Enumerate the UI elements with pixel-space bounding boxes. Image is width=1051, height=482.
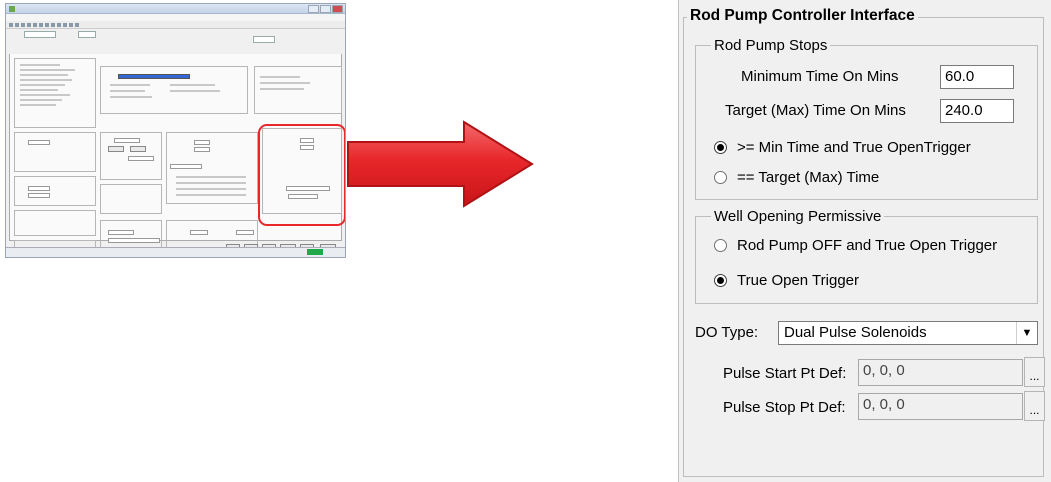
thumbnail-menu-bar	[6, 14, 345, 21]
target-time-label: Target (Max) Time On Mins	[725, 102, 906, 119]
thumbnail-title-bar	[6, 4, 345, 14]
app-screenshot-thumbnail	[5, 3, 346, 258]
radio-label: True Open Trigger	[737, 272, 859, 289]
rod-pump-controller-panel: Rod Pump Controller Interface Rod Pump S…	[678, 0, 1051, 482]
radio-min-time-open-trigger[interactable]: >= Min Time and True OpenTrigger	[714, 139, 971, 156]
arrow-right-icon	[347, 120, 534, 208]
pulse-start-browse-button[interactable]: ...	[1024, 357, 1045, 387]
radio-target-max-time[interactable]: == Target (Max) Time	[714, 169, 879, 186]
well-opening-permissive-group	[695, 216, 1038, 304]
window-controls	[308, 4, 345, 13]
rod-pump-stops-title: Rod Pump Stops	[711, 37, 831, 54]
radio-label: == Target (Max) Time	[737, 169, 880, 186]
well-opening-permissive-title: Well Opening Permissive	[711, 208, 885, 225]
thumbnail-header-row	[10, 30, 341, 44]
radio-label: >= Min Time and True OpenTrigger	[737, 139, 971, 156]
radio-selected-icon	[714, 274, 727, 287]
min-time-input[interactable]: 60.0	[940, 65, 1014, 89]
highlight-circle	[258, 124, 345, 226]
group-title: Rod Pump Controller Interface	[687, 7, 918, 25]
pulse-start-input[interactable]: 0, 0, 0	[858, 359, 1023, 386]
dropdown-arrow-icon[interactable]: ▼	[1016, 322, 1037, 344]
min-time-label: Minimum Time On Mins	[741, 68, 899, 85]
app-icon	[9, 5, 15, 12]
radio-rod-pump-off-open-trigger[interactable]: Rod Pump OFF and True Open Trigger	[714, 237, 997, 254]
pulse-stop-browse-button[interactable]: ...	[1024, 391, 1045, 421]
thumbnail-status-indicator	[307, 249, 323, 255]
radio-unselected-icon	[714, 239, 727, 252]
target-time-input[interactable]: 240.0	[940, 99, 1014, 123]
radio-label: Rod Pump OFF and True Open Trigger	[737, 237, 998, 254]
do-type-select[interactable]: Dual Pulse Solenoids ▼	[778, 321, 1038, 345]
radio-true-open-trigger[interactable]: True Open Trigger	[714, 272, 859, 289]
do-type-label: DO Type:	[695, 324, 759, 341]
thumbnail-status-bar	[6, 247, 345, 257]
pulse-stop-label: Pulse Stop Pt Def:	[723, 399, 846, 416]
do-type-value: Dual Pulse Solenoids	[784, 324, 927, 341]
radio-unselected-icon	[714, 171, 727, 184]
radio-selected-icon	[714, 141, 727, 154]
pulse-start-label: Pulse Start Pt Def:	[723, 365, 847, 382]
pulse-stop-input[interactable]: 0, 0, 0	[858, 393, 1023, 420]
thumbnail-toolbar	[6, 21, 345, 29]
